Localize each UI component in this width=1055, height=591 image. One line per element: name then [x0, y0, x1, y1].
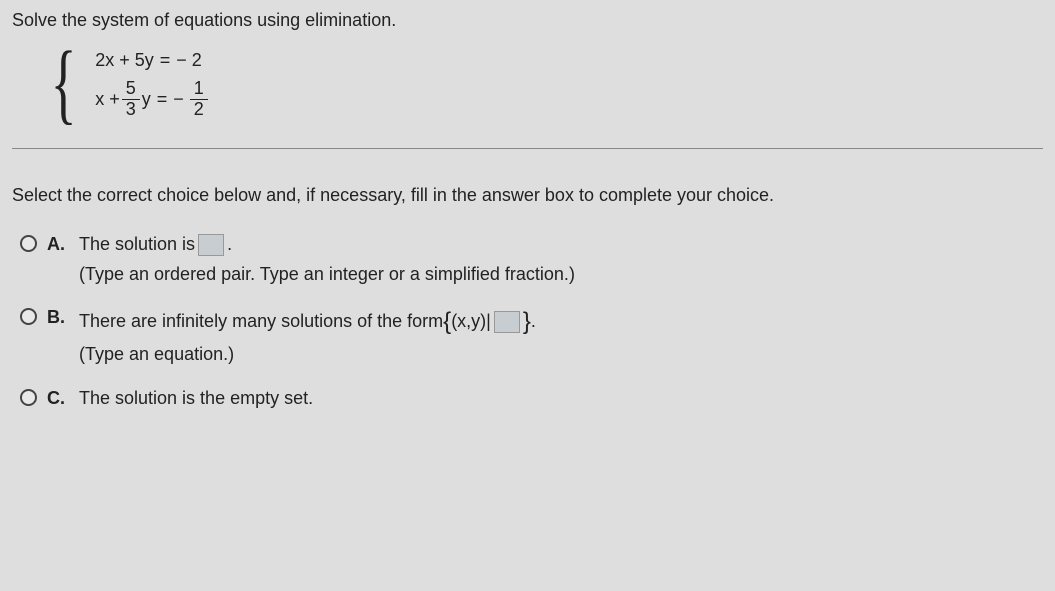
choice-a-post: .: [227, 232, 232, 257]
eq1-left: 2x + 5y: [95, 48, 154, 73]
eq2-equals: =: [157, 87, 168, 112]
choice-a-pre: The solution is: [79, 232, 195, 257]
set-open-brace: {: [443, 305, 451, 339]
radio-c[interactable]: [20, 389, 37, 406]
choice-b: B. There are infinitely many solutions o…: [20, 305, 1043, 368]
choice-b-answer-box[interactable]: [494, 311, 520, 333]
set-close-brace: }: [523, 305, 531, 339]
choice-c: C. The solution is the empty set.: [20, 386, 1043, 411]
eq2-rhs-num: 1: [190, 79, 208, 100]
question-text: Solve the system of equations using elim…: [12, 8, 1043, 33]
eq2-y: y: [142, 87, 151, 112]
eq2-rhs-fraction: 1 2: [190, 79, 208, 120]
eq2-coef-fraction: 5 3: [122, 79, 140, 120]
choice-b-line1: There are infinitely many solutions of t…: [79, 305, 1043, 339]
instruction-text: Select the correct choice below and, if …: [12, 183, 1043, 208]
choice-c-letter: C.: [47, 386, 69, 411]
set-mid: (x,y)|: [451, 309, 491, 334]
eq2-coef-num: 5: [122, 79, 140, 100]
radio-a[interactable]: [20, 235, 37, 252]
system-brace: {: [51, 43, 77, 124]
eq2-x: x +: [95, 87, 120, 112]
equation-system: { 2x + 5y = − 2 x + 5 3 y = − 1 2: [42, 43, 1043, 124]
choice-b-body: There are infinitely many solutions of t…: [79, 305, 1043, 368]
choice-a-hint: (Type an ordered pair. Type an integer o…: [79, 262, 1043, 287]
radio-b[interactable]: [20, 308, 37, 325]
choice-b-letter: B.: [47, 305, 69, 330]
choices-group: A. The solution is . (Type an ordered pa…: [20, 232, 1043, 410]
eq1-equals: =: [160, 48, 171, 73]
eq1-right: − 2: [176, 48, 202, 73]
choice-b-pre: There are infinitely many solutions of t…: [79, 309, 443, 334]
choice-c-text: The solution is the empty set.: [79, 386, 1043, 411]
choice-a: A. The solution is . (Type an ordered pa…: [20, 232, 1043, 286]
choice-a-body: The solution is . (Type an ordered pair.…: [79, 232, 1043, 286]
divider: [12, 148, 1043, 149]
choice-a-answer-box[interactable]: [198, 234, 224, 256]
equations: 2x + 5y = − 2 x + 5 3 y = − 1 2: [95, 48, 210, 120]
equation-2: x + 5 3 y = − 1 2: [95, 79, 210, 120]
choice-a-letter: A.: [47, 232, 69, 257]
choice-a-line1: The solution is .: [79, 232, 1043, 257]
eq2-rhs-den: 2: [190, 100, 208, 120]
choice-c-body: The solution is the empty set.: [79, 386, 1043, 411]
choice-b-post: .: [531, 309, 536, 334]
eq2-coef-den: 3: [122, 100, 140, 120]
equation-1: 2x + 5y = − 2: [95, 48, 210, 73]
eq2-neg: −: [173, 87, 184, 112]
choice-b-hint: (Type an equation.): [79, 342, 1043, 367]
